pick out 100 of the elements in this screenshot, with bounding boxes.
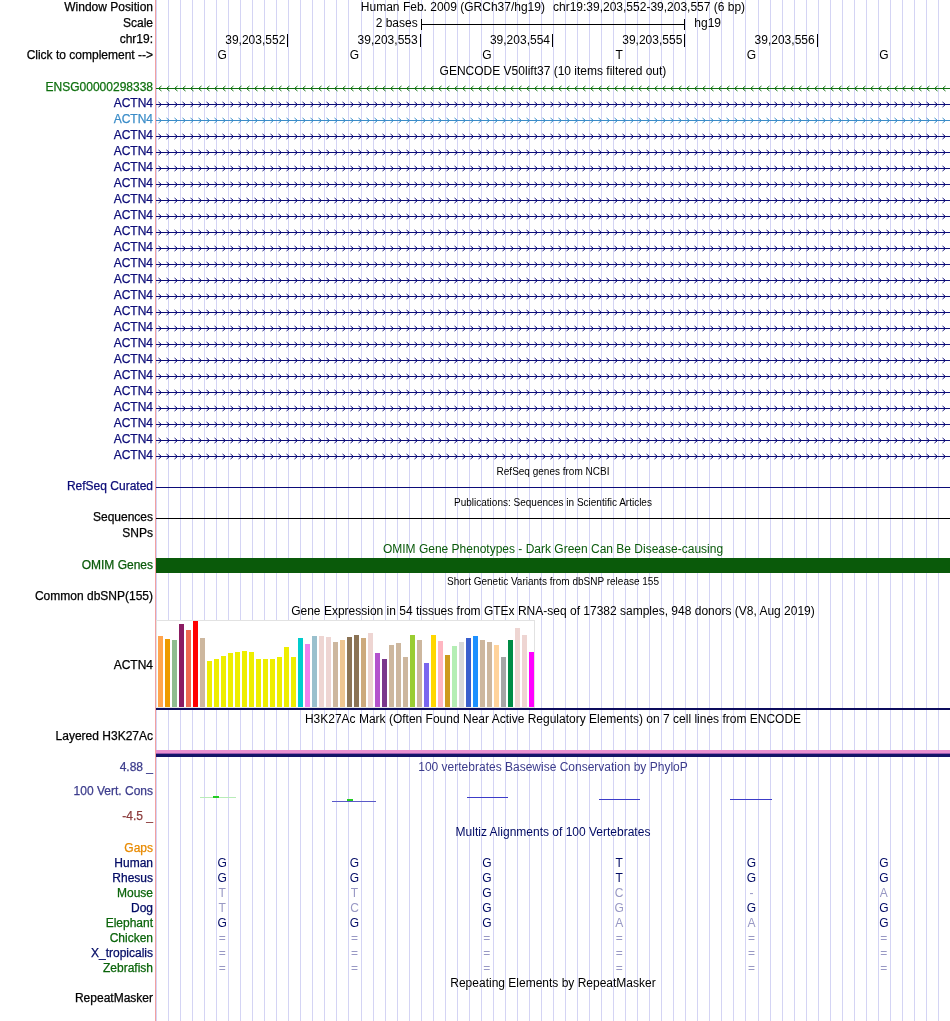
expression-bar[interactable]	[473, 636, 478, 707]
gene-label[interactable]: ACTN4	[113, 321, 153, 335]
track-label[interactable]: 100 Vert. Cons	[73, 785, 153, 799]
expression-bar[interactable]	[228, 653, 233, 707]
expression-bar[interactable]	[214, 659, 219, 707]
expression-bar[interactable]	[165, 639, 170, 707]
expression-bar[interactable]	[319, 636, 324, 707]
gene-label[interactable]: ACTN4	[113, 209, 153, 223]
species-label[interactable]: Chicken	[109, 931, 153, 946]
expression-bar[interactable]	[186, 630, 191, 707]
gene-label[interactable]: ACTN4	[113, 257, 153, 271]
gene-label[interactable]: ACTN4	[113, 401, 153, 415]
gene-label[interactable]: ACTN4	[113, 225, 153, 239]
coordinate-label: 39,203,556	[754, 33, 818, 47]
track-label[interactable]: ACTN4	[113, 659, 153, 673]
gene-label[interactable]: ACTN4	[113, 129, 153, 143]
alignment-base: G	[746, 871, 757, 886]
expression-bar[interactable]	[459, 642, 464, 707]
expression-bar[interactable]	[431, 635, 436, 707]
gene-label[interactable]: ACTN4	[113, 417, 153, 431]
expression-bar[interactable]	[354, 635, 359, 707]
expression-bar[interactable]	[438, 641, 443, 707]
gene-label[interactable]: ACTN4	[113, 305, 153, 319]
expression-bar[interactable]	[193, 621, 198, 707]
gene-label[interactable]: ACTN4	[113, 433, 153, 447]
expression-bar[interactable]	[200, 638, 205, 707]
expression-bar[interactable]	[207, 661, 212, 707]
gene-label[interactable]: ACTN4	[113, 273, 153, 287]
track-label[interactable]: Sequences	[92, 511, 153, 525]
track-label[interactable]: SNPs	[122, 527, 153, 541]
expression-bar[interactable]	[424, 663, 429, 707]
gene-label[interactable]: ACTN4	[113, 177, 153, 191]
expression-bar[interactable]	[284, 647, 289, 707]
expression-bar[interactable]	[263, 659, 268, 707]
expression-bar[interactable]	[508, 640, 513, 707]
gene-label[interactable]: ACTN4	[113, 161, 153, 175]
alignment-base: A	[747, 916, 756, 931]
expression-bar[interactable]	[179, 624, 184, 707]
expression-bar[interactable]	[494, 645, 499, 707]
species-label[interactable]: Rhesus	[112, 871, 153, 886]
expression-bar[interactable]	[312, 636, 317, 707]
species-label[interactable]: Dog	[131, 901, 153, 916]
expression-bar[interactable]	[396, 643, 401, 707]
expression-bar[interactable]	[242, 651, 247, 707]
expression-bar[interactable]	[487, 642, 492, 707]
expression-bar[interactable]	[368, 633, 373, 707]
expression-bar[interactable]	[410, 635, 415, 707]
expression-bar[interactable]	[333, 642, 338, 707]
expression-bar[interactable]	[270, 659, 275, 707]
expression-bar[interactable]	[417, 640, 422, 707]
gene-label[interactable]: ACTN4	[113, 369, 153, 383]
expression-bar[interactable]	[249, 652, 254, 707]
expression-bar[interactable]	[291, 657, 296, 707]
expression-bar[interactable]	[529, 652, 534, 707]
expression-bar[interactable]	[235, 652, 240, 707]
track-label[interactable]: RepeatMasker	[74, 991, 153, 1006]
gene-label[interactable]: ACTN4	[113, 241, 153, 255]
expression-bar[interactable]	[361, 638, 366, 707]
feature-line[interactable]	[156, 517, 950, 519]
expression-bar[interactable]	[172, 640, 177, 707]
expression-bar[interactable]	[375, 653, 380, 707]
expression-bar[interactable]	[221, 656, 226, 707]
expression-bar[interactable]	[298, 638, 303, 707]
species-label[interactable]: Elephant	[105, 916, 153, 931]
gene-label[interactable]: ACTN4	[113, 289, 153, 303]
track-label[interactable]: RefSeq Curated	[66, 480, 153, 494]
gene-label[interactable]: ACTN4	[113, 193, 153, 207]
expression-bar[interactable]	[515, 628, 520, 707]
track-label[interactable]: Layered H3K27Ac	[55, 728, 153, 744]
expression-bar[interactable]	[389, 645, 394, 707]
expression-bar[interactable]	[522, 635, 527, 707]
gene-label[interactable]: ACTN4	[113, 449, 153, 463]
expression-bar[interactable]	[256, 659, 261, 707]
expression-bar[interactable]	[403, 657, 408, 707]
feature-line[interactable]	[156, 486, 950, 488]
gene-label[interactable]: ACTN4	[113, 385, 153, 399]
species-label[interactable]: Zebrafish	[102, 961, 153, 976]
species-label[interactable]: Mouse	[116, 886, 153, 901]
expression-bar[interactable]	[501, 657, 506, 707]
expression-bar[interactable]	[158, 636, 163, 707]
gene-label[interactable]: ACTN4	[113, 97, 153, 111]
gene-label[interactable]: ACTN4	[113, 145, 153, 159]
phenotype-feature-bar[interactable]	[156, 558, 950, 573]
gene-label[interactable]: ACTN4	[113, 337, 153, 351]
expression-bar[interactable]	[277, 657, 282, 707]
expression-bar[interactable]	[340, 640, 345, 707]
expression-bar[interactable]	[445, 655, 450, 707]
expression-bar[interactable]	[466, 638, 471, 707]
species-label[interactable]: X_tropicalis	[90, 946, 153, 961]
complement-link[interactable]: Click to complement -->	[26, 49, 153, 63]
expression-bar[interactable]	[452, 646, 457, 707]
expression-bar[interactable]	[480, 640, 485, 707]
expression-bar[interactable]	[347, 637, 352, 707]
expression-bar[interactable]	[382, 659, 387, 707]
species-label[interactable]: Human	[114, 856, 153, 871]
track-label[interactable]: OMIM Genes	[81, 559, 153, 573]
gene-label[interactable]: ACTN4	[113, 113, 153, 127]
expression-bar[interactable]	[326, 637, 331, 707]
expression-bar[interactable]	[305, 644, 310, 707]
gene-label[interactable]: ACTN4	[113, 353, 153, 367]
